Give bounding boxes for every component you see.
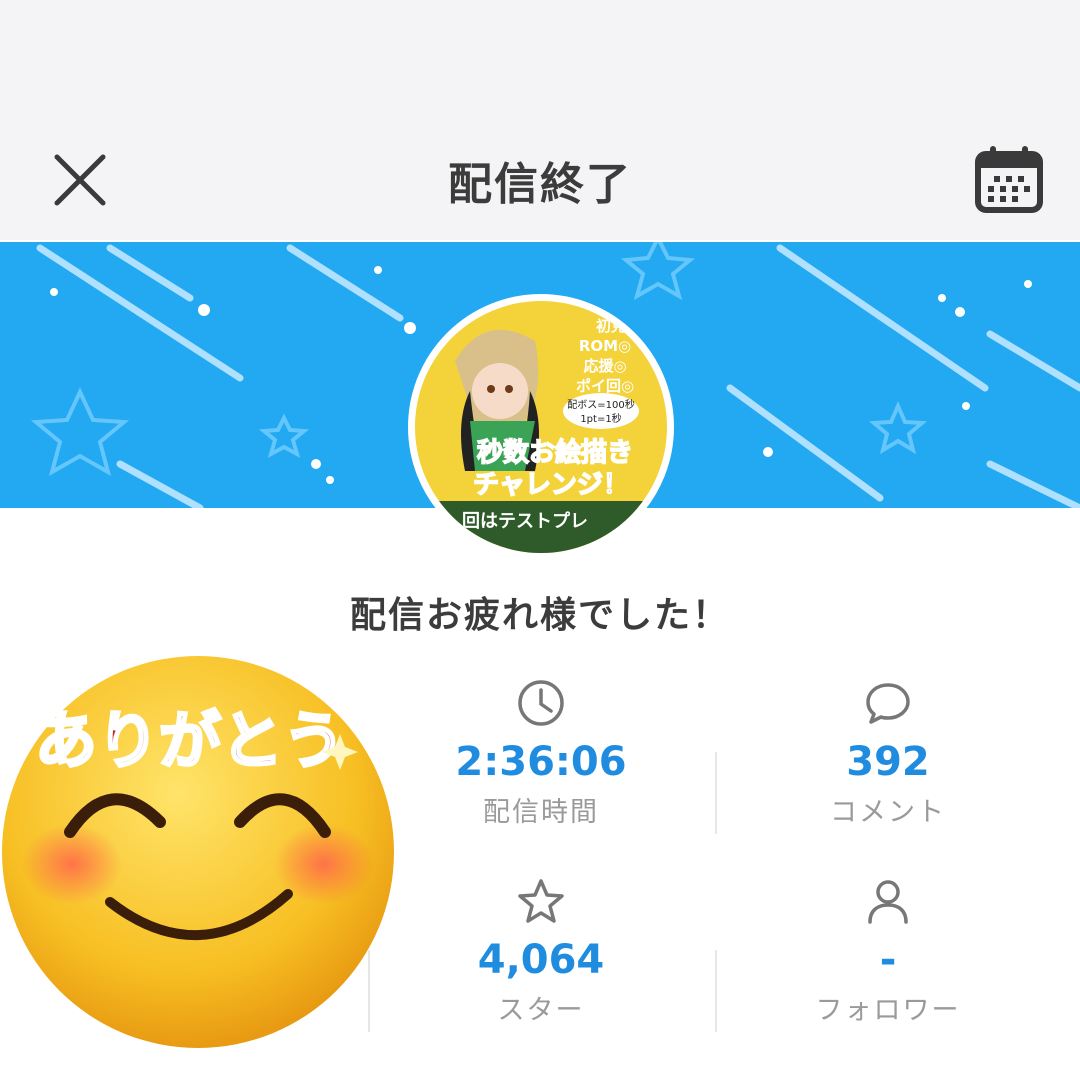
star-icon: [518, 879, 564, 923]
sticker-text: ありがとう: [35, 704, 345, 777]
thank-you-emoji-sticker: ありがとう: [2, 656, 394, 1048]
calendar-icon[interactable]: [972, 142, 1046, 216]
avatar[interactable]: 初見 ROM◎ 応援◎ ポイ回◎ 配ボス=100秒 1pt=1秒 秒数お絵描き …: [408, 294, 674, 560]
followers-label: フォロワー: [815, 995, 961, 1026]
end-message: 配信お疲れ様でした！: [349, 595, 730, 636]
comments-value: 392: [846, 739, 930, 785]
stat-followers: - フォロワー: [718, 876, 1058, 1027]
avatar-text-9: 回はテストプレ: [462, 510, 588, 532]
stat-stars: 4,064 スター: [371, 876, 711, 1027]
person-icon: [868, 880, 908, 924]
stat-comments: 392 コメント: [718, 678, 1058, 829]
duration-label: 配信時間: [483, 797, 599, 828]
avatar-text-3: 応援◎: [583, 357, 626, 375]
page-title: 配信終了: [448, 159, 632, 210]
stars-value: 4,064: [477, 937, 605, 983]
clock-icon: [518, 680, 564, 726]
avatar-text-4: ポイ回◎: [576, 377, 634, 395]
stat-duration: 2:36:06 配信時間: [371, 678, 711, 829]
divider: [715, 752, 717, 834]
avatar-text-5: 配ボス=100秒: [567, 398, 634, 411]
comment-icon: [866, 683, 910, 724]
followers-value: -: [879, 937, 897, 983]
avatar-text-2: ROM◎: [579, 337, 631, 355]
comments-label: コメント: [830, 797, 946, 828]
duration-value: 2:36:06: [455, 739, 627, 785]
avatar-text-7: 秒数お絵描き: [477, 437, 633, 468]
divider: [715, 950, 717, 1032]
avatar-text-6: 1pt=1秒: [580, 412, 621, 425]
avatar-text-8: チャレンジ！: [473, 470, 629, 500]
stars-label: スター: [497, 995, 585, 1026]
